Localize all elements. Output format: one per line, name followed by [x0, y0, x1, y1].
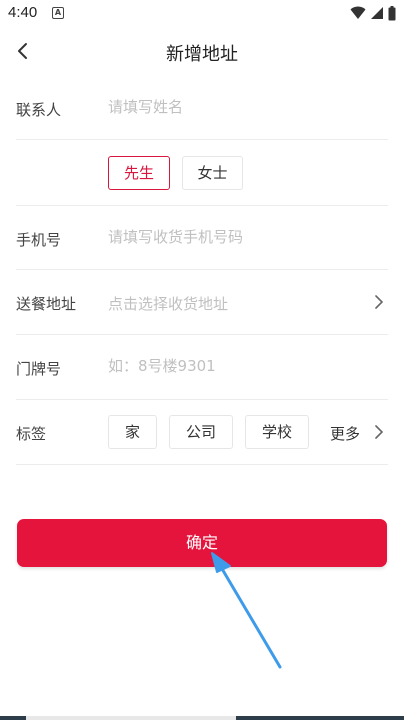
tags-row: 标签 家 公司 学校 更多	[0, 400, 404, 465]
phone-input[interactable]	[108, 228, 374, 246]
address-label: 送餐地址	[16, 295, 77, 313]
door-number-input[interactable]	[108, 357, 374, 375]
battery-icon	[388, 5, 396, 20]
tag-company[interactable]: 公司	[169, 415, 233, 449]
bottom-bar	[0, 716, 404, 720]
contact-name-input[interactable]	[108, 98, 374, 116]
phone-row: 手机号	[0, 206, 404, 270]
wifi-icon	[350, 6, 366, 19]
bottom-bar-segment	[26, 716, 236, 720]
chevron-right-icon	[375, 295, 383, 309]
header: 新增地址	[0, 26, 404, 78]
gender-option-ms[interactable]: 女士	[182, 156, 243, 190]
door-row: 门牌号	[0, 335, 404, 400]
divider	[16, 464, 388, 465]
notification-icon: A	[52, 7, 64, 19]
contact-row: 联系人	[0, 78, 404, 140]
chevron-right-icon[interactable]	[372, 425, 386, 439]
signal-icon	[371, 7, 383, 19]
contact-label: 联系人	[16, 101, 62, 119]
tag-school[interactable]: 学校	[245, 415, 309, 449]
tags-label: 标签	[16, 425, 47, 443]
address-row[interactable]: 送餐地址 点击选择收货地址	[0, 270, 404, 335]
status-icons	[350, 5, 396, 21]
phone-label: 手机号	[16, 231, 62, 249]
page-title: 新增地址	[166, 44, 238, 65]
gender-row: 先生 女士	[0, 140, 404, 206]
door-label: 门牌号	[16, 360, 62, 378]
confirm-button[interactable]: 确定	[17, 519, 387, 567]
gender-option-mr[interactable]: 先生	[108, 156, 170, 190]
status-time: 4:40	[8, 4, 38, 21]
address-placeholder: 点击选择收货地址	[108, 295, 229, 313]
more-tags-button[interactable]: 更多	[330, 423, 360, 444]
status-bar: 4:40 A	[0, 0, 404, 26]
tag-home[interactable]: 家	[108, 415, 157, 449]
